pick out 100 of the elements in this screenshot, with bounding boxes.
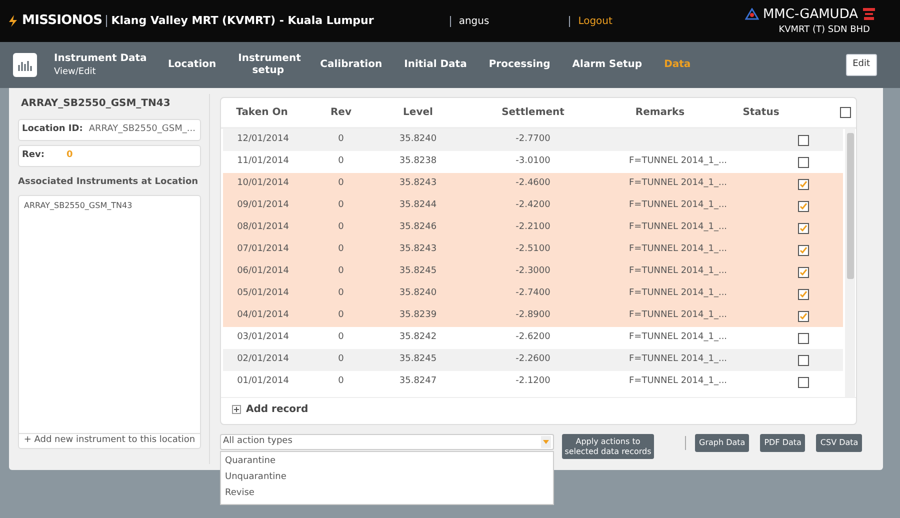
logout-link[interactable]: Logout: [578, 14, 612, 28]
table-cell-text: 09/01/2014: [236, 199, 290, 212]
table-cell-text: -2.1200: [514, 375, 552, 388]
table-cell-text: -2.3000: [514, 265, 552, 278]
table-cell-text: 0: [337, 177, 345, 190]
table-cell-text: 0: [337, 199, 345, 212]
plus-icon: [232, 405, 241, 414]
column-header: Status: [742, 106, 780, 120]
table-row[interactable]: 07/01/2014 0 35.8243 -2.5100 F=TUNNEL 2014_1_...: [223, 239, 843, 261]
location-id-value: ARRAY_SB2550_GSM_...: [88, 123, 196, 136]
table-cell-text: 0: [337, 155, 345, 168]
add-instrument-button[interactable]: + Add new instrument to this location: [19, 432, 200, 448]
table-cell: F=TUNNEL 2014_1_...: [629, 332, 728, 342]
row-checkbox[interactable]: [798, 222, 809, 234]
table-cell-text: -2.7400: [514, 287, 552, 300]
table-cell-text: 35.8243: [398, 243, 438, 256]
apply-actions-button[interactable]: Apply actions to selected data records: [562, 434, 654, 459]
table-cell-text: 0: [337, 265, 345, 278]
table-cell-text: 0: [337, 309, 345, 322]
row-checkbox[interactable]: [798, 244, 809, 256]
table-cell: F=TUNNEL 2014_1_...: [629, 156, 728, 166]
table-cell-text: 35.8240: [398, 287, 438, 300]
table-cell: F=TUNNEL 2014_1_...: [629, 310, 728, 320]
table-cell-text: -2.6200: [514, 331, 552, 344]
rev-value: 0: [66, 149, 73, 162]
column-header: Rev: [329, 106, 352, 120]
table-cell-text: 0: [337, 287, 345, 300]
table-row[interactable]: 06/01/2014 0 35.8245 -2.3000 F=TUNNEL 2014_1_...: [223, 261, 843, 283]
table-cell-text: 0: [337, 331, 345, 344]
table-cell-text: 06/01/2014: [236, 265, 290, 278]
nav-tab[interactable]: Alarm Setup: [572, 59, 642, 71]
table-cell-text: 0: [337, 221, 345, 234]
row-checkbox[interactable]: [798, 266, 809, 278]
edit-button[interactable]: Edit: [846, 54, 877, 76]
table-row[interactable]: 05/01/2014 0 35.8240 -2.7400 F=TUNNEL 2014_1_...: [223, 283, 843, 305]
row-checkbox[interactable]: [798, 376, 809, 388]
nav-tab[interactable]: Initial Data: [404, 59, 467, 71]
column-header: Level: [402, 106, 434, 120]
table-cell-text: 07/01/2014: [236, 243, 290, 256]
dropdown-option[interactable]: Revise: [221, 486, 553, 502]
row-checkbox[interactable]: [840, 107, 851, 118]
table-cell-text: 0: [337, 243, 345, 256]
table-cell-text: 0: [337, 353, 345, 366]
table-cell-text: 04/01/2014: [236, 309, 290, 322]
add-record-button[interactable]: Add record: [246, 402, 308, 417]
company-emblem-icon: [862, 7, 876, 22]
table-cell-text: 12/01/2014: [236, 133, 290, 146]
table-cell-text: 0: [337, 375, 345, 388]
column-header: Remarks: [634, 106, 686, 120]
project-title: Klang Valley MRT (KVMRT) - Kuala Lumpur: [111, 12, 374, 29]
table-cell-text: -2.2600: [514, 353, 552, 366]
logo-icon: [8, 15, 18, 27]
table-row[interactable]: 12/01/2014 0 35.8240 -2.7700: [223, 129, 843, 151]
export-button[interactable]: PDF Data: [760, 434, 806, 452]
row-checkbox[interactable]: [798, 354, 809, 366]
table-cell-text: 35.8245: [398, 265, 438, 278]
table-cell-text: 35.8245: [398, 353, 438, 366]
chart-app-icon: [13, 53, 37, 77]
dropdown-option[interactable]: Quarantine: [221, 454, 553, 470]
action-type-select[interactable]: All action types: [220, 434, 554, 450]
dropdown-option[interactable]: Unquarantine: [221, 470, 553, 486]
nav-tab[interactable]: Processing: [488, 59, 550, 71]
table-cell-text: -2.5100: [514, 243, 552, 256]
table-cell-text: 35.8238: [398, 155, 438, 168]
user-name: angus: [458, 14, 490, 28]
table-cell-text: -3.0100: [514, 155, 552, 168]
table-cell-text: 03/01/2014: [236, 331, 290, 344]
table-cell: F=TUNNEL 2014_1_...: [629, 288, 728, 298]
table-row[interactable]: 02/01/2014 0 35.8245 -2.2600 F=TUNNEL 2014_1_...: [223, 349, 843, 371]
export-button[interactable]: CSV Data: [816, 434, 862, 452]
page-subtitle: View/Edit: [54, 66, 97, 79]
table-row[interactable]: 09/01/2014 0 35.8244 -2.4200 F=TUNNEL 2014_1_...: [223, 195, 843, 217]
row-checkbox[interactable]: [798, 310, 809, 322]
table-cell-text: -2.8900: [514, 309, 552, 322]
table-cell-text: -2.2100: [514, 221, 552, 234]
table-cell-text: 35.8239: [398, 309, 438, 322]
table-cell: F=TUNNEL 2014_1_...: [629, 354, 728, 364]
page-title: Instrument Data: [54, 52, 148, 66]
nav-tab[interactable]: Instrument setup: [238, 53, 298, 77]
table-cell: F=TUNNEL 2014_1_...: [629, 178, 728, 188]
nav-tab[interactable]: Calibration: [320, 59, 382, 71]
column-header: Settlement: [500, 106, 566, 120]
table-row[interactable]: 10/01/2014 0 35.8243 -2.4600 F=TUNNEL 2014_1_...: [223, 173, 843, 195]
table-row[interactable]: 04/01/2014 0 35.8239 -2.8900 F=TUNNEL 2014_1_...: [223, 305, 843, 327]
nav-tab[interactable]: Location: [168, 59, 216, 71]
column-header: Taken On: [235, 106, 289, 120]
export-button[interactable]: Graph Data: [695, 434, 750, 452]
row-checkbox[interactable]: [798, 134, 809, 146]
table-cell-text: 0: [337, 133, 345, 146]
row-checkbox[interactable]: [798, 288, 809, 300]
table-row[interactable]: 08/01/2014 0 35.8246 -2.2100 F=TUNNEL 2014_1_...: [223, 217, 843, 239]
row-checkbox[interactable]: [798, 178, 809, 190]
row-checkbox[interactable]: [798, 200, 809, 212]
table-cell-text: 11/01/2014: [236, 155, 290, 168]
table-cell: F=TUNNEL 2014_1_...: [629, 244, 728, 254]
row-checkbox[interactable]: [798, 156, 809, 168]
instrument-item[interactable]: ARRAY_SB2550_GSM_TN43: [24, 200, 195, 212]
table-cell-text: 02/01/2014: [236, 353, 290, 366]
row-checkbox[interactable]: [798, 332, 809, 344]
table-cell-text: 10/01/2014: [236, 177, 290, 190]
